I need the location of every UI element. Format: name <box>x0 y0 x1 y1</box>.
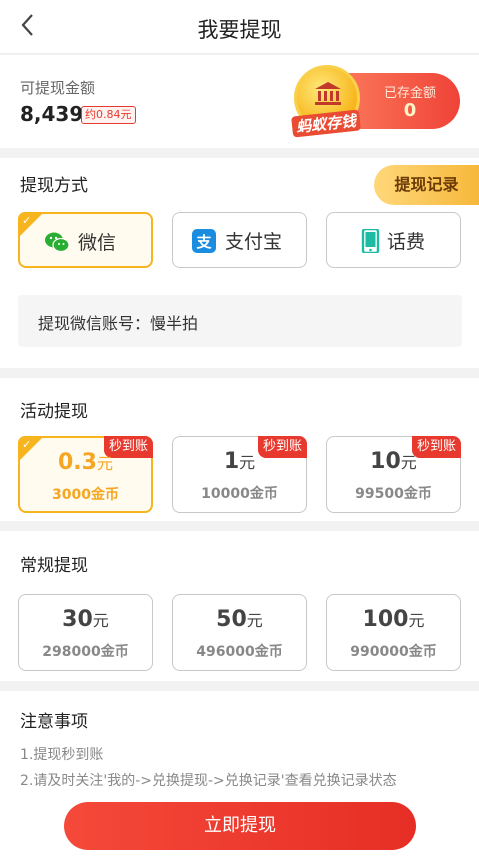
regular-option[interactable]: 30元 298000金币 <box>18 594 153 671</box>
account-info-box: 提现微信账号：慢半拍 <box>18 295 462 347</box>
page-title: 我要提现 <box>197 18 282 42</box>
wechat-icon <box>45 232 70 253</box>
option-unit: 元 <box>96 454 113 473</box>
option-coins: 990000金币 <box>350 644 437 660</box>
method-label: 微信 <box>78 232 117 254</box>
option-unit: 元 <box>400 453 417 472</box>
account-text: 提现微信账号：慢半拍 <box>38 314 199 333</box>
note-item: 1.提现秒到账 <box>20 747 104 763</box>
option-coins: 99500金币 <box>355 486 432 502</box>
method-label: 支付宝 <box>225 231 283 253</box>
option-unit: 元 <box>246 611 263 630</box>
method-wechat[interactable]: ✓ 微信 <box>18 212 153 268</box>
option-amount: 50 <box>216 607 247 632</box>
note-item: 2.请及时关注'我的->兑换提现->兑换记录'查看兑换记录状态 <box>20 773 397 789</box>
option-amount: 10 <box>370 449 401 474</box>
method-phone[interactable]: 话费 <box>326 212 461 268</box>
balance-label: 可提现金额 <box>20 79 96 97</box>
balance-section: 可提现金额 8,439 约0.84元 已存金额 0 蚂蚁存钱 <box>0 55 479 148</box>
option-coins: 496000金币 <box>196 644 283 660</box>
activity-title: 活动提现 <box>20 402 88 422</box>
regular-option[interactable]: 50元 496000金币 <box>172 594 307 671</box>
header-bar: 我要提现 <box>0 0 479 54</box>
withdraw-record-button[interactable]: 提现记录 <box>374 165 479 205</box>
option-coins: 10000金币 <box>201 486 278 502</box>
option-coins: 3000金币 <box>52 487 119 503</box>
option-unit: 元 <box>408 611 425 630</box>
option-amount: 0.3 <box>58 450 97 475</box>
balance-approx-badge: 约0.84元 <box>81 106 136 124</box>
phone-icon <box>361 229 380 253</box>
regular-option[interactable]: 100元 990000金币 <box>326 594 461 671</box>
method-label: 话费 <box>387 231 426 253</box>
option-amount: 100 <box>362 607 409 632</box>
option-unit: 元 <box>239 453 256 472</box>
activity-option[interactable]: 秒到账 1元 10000金币 <box>172 436 307 513</box>
footer-bar: 立即提现 <box>0 790 479 858</box>
option-amount: 1 <box>223 449 240 474</box>
withdraw-method-title: 提现方式 <box>20 176 88 196</box>
option-unit: 元 <box>92 611 109 630</box>
saved-amount-value: 0 <box>403 100 417 121</box>
saved-amount-label: 已存金额 <box>383 86 436 101</box>
notes-title: 注意事项 <box>20 712 88 732</box>
option-amount: 30 <box>62 607 93 632</box>
option-coins: 298000金币 <box>42 644 129 660</box>
bank-icon <box>315 82 341 105</box>
alipay-icon: 支 <box>192 229 216 253</box>
activity-option[interactable]: 秒到账 10元 99500金币 <box>326 436 461 513</box>
withdraw-now-button[interactable]: 立即提现 <box>64 802 416 850</box>
activity-option[interactable]: ✓ 秒到账 0.3元 3000金币 <box>18 436 153 513</box>
svg-text:支: 支 <box>195 233 212 251</box>
regular-title: 常规提现 <box>20 556 88 576</box>
method-alipay[interactable]: 支 支付宝 <box>172 212 307 268</box>
check-icon: ✓ <box>22 214 32 227</box>
saved-amount-card[interactable]: 已存金额 0 蚂蚁存钱 <box>291 65 460 138</box>
balance-amount: 8,439 <box>20 102 84 126</box>
